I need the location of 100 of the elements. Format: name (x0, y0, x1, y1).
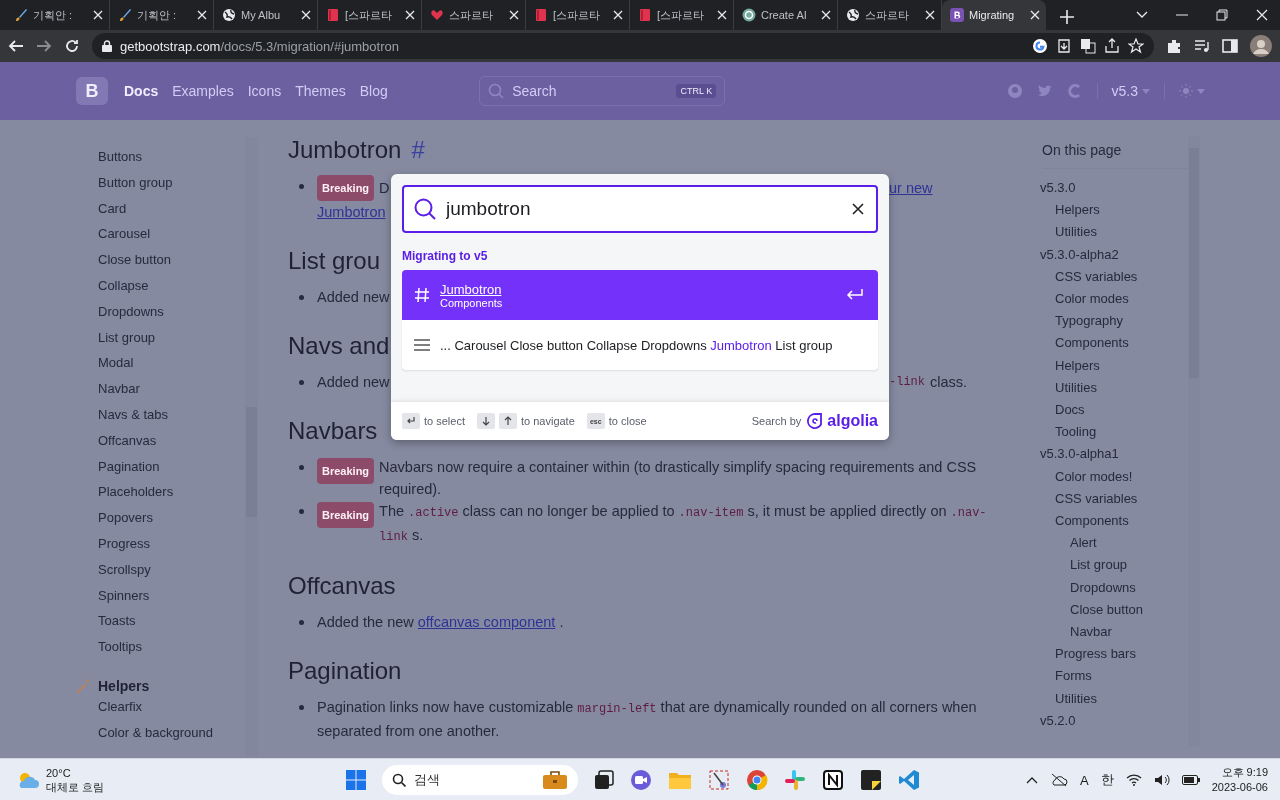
google-icon (1032, 38, 1048, 54)
sidebar-link[interactable]: Dropdowns (98, 298, 164, 325)
sidebar-link[interactable]: Placeholders (98, 479, 174, 506)
toc-link[interactable]: List group (1040, 554, 1128, 577)
anchor-link[interactable]: # (411, 136, 425, 163)
bullet-icon (299, 295, 304, 300)
shortcut-hint: to close (608, 415, 647, 427)
toc-link[interactable]: Color modes! (1040, 465, 1133, 488)
side-panel-icon (1222, 38, 1238, 54)
nav-link[interactable]: Docs (124, 83, 159, 99)
bullet-text: The .active class can no longer be applied to .nav-item s, it must be applied directly on .nav-link s. (379, 502, 988, 546)
toc-link[interactable]: v5.3.0-alpha1 (1040, 443, 1119, 466)
sidebar-link[interactable]: Card (98, 195, 127, 222)
sidebar-link[interactable]: Scrollspy (98, 556, 151, 583)
toc-link[interactable]: Helpers (1040, 354, 1100, 377)
toc-link[interactable]: CSS variables (1040, 487, 1138, 511)
sidebar-link[interactable]: Tooltips (98, 634, 143, 660)
address-bar[interactable]: getbootstrap.com/docs/5.3/migration/#jumbotron (92, 33, 1154, 59)
toc-link[interactable]: Forms (1040, 665, 1092, 688)
search-field[interactable]: Search CTRL K (479, 76, 726, 106)
bullet-text: Pagination links now have customizable margin-left that are dynamically rounded on all corners when separated from one another. (317, 698, 978, 741)
clear-button[interactable] (852, 203, 864, 215)
toc-link[interactable]: Utilities (1040, 687, 1097, 710)
sidebar-link[interactable]: Modal (98, 350, 134, 377)
close-icon (925, 10, 935, 20)
bullet-text: Added the new offcanvas component . (317, 613, 564, 632)
bootstrap-logo[interactable]: B (76, 77, 108, 105)
sidebar-link[interactable]: Navbar (98, 376, 140, 402)
new-tab-icon[interactable] (1060, 10, 1074, 24)
minimize-icon (1176, 14, 1188, 16)
task-view-icon (594, 770, 614, 790)
share-icon (1104, 38, 1120, 54)
toc-link[interactable]: Docs (1040, 399, 1085, 422)
windows-start-icon[interactable] (346, 770, 366, 790)
back-arrow-icon (8, 38, 24, 54)
nav-link[interactable]: Blog (359, 83, 388, 99)
search-field[interactable]: jumbotron (402, 185, 878, 233)
sidebar-link[interactable]: Color & background (98, 719, 213, 746)
doc-link[interactable]: ur new (889, 177, 933, 199)
toc-link[interactable]: v5.2.0 (1040, 709, 1076, 733)
sun-icon (1179, 84, 1205, 98)
input-method-indicator[interactable]: 한 (1100, 771, 1114, 789)
browser-tab[interactable]: Migrating (942, 0, 1046, 30)
toc-link[interactable]: Navbar (1040, 621, 1112, 644)
search-result[interactable]: Jumbotron Components (402, 270, 878, 320)
sidebar-link[interactable]: List group (98, 324, 156, 351)
nav-link[interactable]: Icons (247, 83, 282, 99)
algolia-logo[interactable]: algolia (807, 412, 878, 430)
sidebar-link[interactable]: Close button (98, 247, 171, 273)
sidebar-link[interactable]: Buttons (98, 144, 143, 170)
nav-link[interactable]: Examples (172, 83, 234, 99)
search-input[interactable]: jumbotron (444, 188, 844, 230)
bullet-text: Navbars now require a container within (to drastically simplify spacing requirements and CSS required). (379, 458, 978, 499)
toc-link[interactable]: Helpers (1040, 199, 1100, 222)
doc-link[interactable]: offcanvas component (417, 614, 556, 630)
input-method-indicator[interactable]: A (1080, 772, 1089, 788)
sidebar-link[interactable]: Toasts (98, 608, 136, 635)
search-result[interactable]: ... Carousel Close button Collapse Dropdowns Jumbotron List group (402, 320, 878, 370)
close-icon (613, 10, 623, 20)
body-text: Added new (317, 373, 390, 392)
toc-link[interactable]: v5.3.0 (1040, 177, 1076, 200)
toc-link[interactable]: Utilities (1040, 221, 1097, 244)
toc-link[interactable]: Typography (1040, 310, 1123, 333)
slack-icon (784, 769, 806, 791)
clock-time: 오후 9:19 (1221, 765, 1268, 780)
temperature-text: 20°C (46, 766, 72, 780)
toc-link[interactable]: Components (1040, 510, 1129, 533)
toc-link[interactable]: Components (1040, 332, 1129, 355)
sidebar-link[interactable]: Progress (98, 530, 151, 557)
breaking-badge: Breaking (317, 175, 375, 201)
version-dropdown[interactable]: v5.3 (1096, 83, 1165, 99)
toc-link[interactable]: v5.3.0-alpha2 (1040, 243, 1119, 266)
toc-link[interactable]: Alert (1040, 532, 1097, 555)
avatar-icon (1250, 35, 1272, 57)
toc-link[interactable]: Close button (1040, 598, 1143, 622)
sidebar-link[interactable]: Offcanvas (98, 427, 157, 454)
sidebar-link[interactable]: Clearfix (98, 693, 143, 720)
sidebar-link[interactable]: Carousel (98, 221, 151, 248)
sidebar-link[interactable]: Button group (98, 169, 173, 196)
bullet-icon (299, 465, 304, 470)
sidebar-link[interactable]: Collapse (98, 273, 149, 299)
taskbar-search-field[interactable]: 검색 (382, 765, 578, 795)
doc-link[interactable]: Jumbotron (317, 201, 386, 223)
toc-link[interactable]: Tooling (1040, 421, 1097, 444)
close-icon (509, 10, 519, 20)
wifi-icon (1125, 774, 1142, 786)
sidebar-link[interactable]: Pagination (98, 453, 160, 480)
toc-link[interactable]: Utilities (1040, 376, 1097, 400)
download-icon (1056, 38, 1072, 54)
sidebar-link[interactable]: Popovers (98, 505, 153, 531)
sidebar-link[interactable]: Spinners (98, 582, 150, 609)
notion-icon (822, 769, 844, 791)
toc-link[interactable]: Color modes (1040, 288, 1129, 311)
toc-link[interactable]: Dropdowns (1040, 576, 1136, 599)
toc-link[interactable]: Progress bars (1040, 643, 1136, 666)
sidebar-link[interactable]: Navs & tabs (98, 401, 169, 428)
sticky-note-icon (860, 769, 882, 791)
caret-icon (1142, 88, 1150, 94)
nav-link[interactable]: Themes (295, 83, 346, 99)
toc-link[interactable]: CSS variables (1040, 265, 1138, 288)
